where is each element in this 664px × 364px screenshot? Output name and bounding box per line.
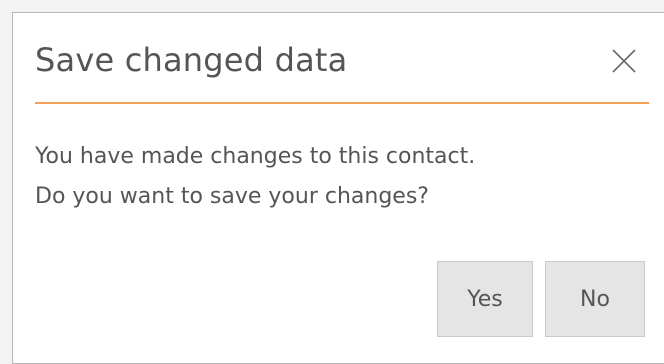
dialog-message: You have made changes to this contact. D… xyxy=(35,137,475,217)
save-changes-dialog: Save changed data You have made changes … xyxy=(12,12,664,364)
title-divider xyxy=(35,102,649,104)
yes-button[interactable]: Yes xyxy=(437,261,533,337)
close-icon[interactable] xyxy=(609,46,639,76)
message-line-1: You have made changes to this contact. xyxy=(35,144,476,169)
dialog-title: Save changed data xyxy=(35,41,348,79)
message-line-2: Do you want to save your changes? xyxy=(35,184,429,209)
no-button[interactable]: No xyxy=(545,261,645,337)
